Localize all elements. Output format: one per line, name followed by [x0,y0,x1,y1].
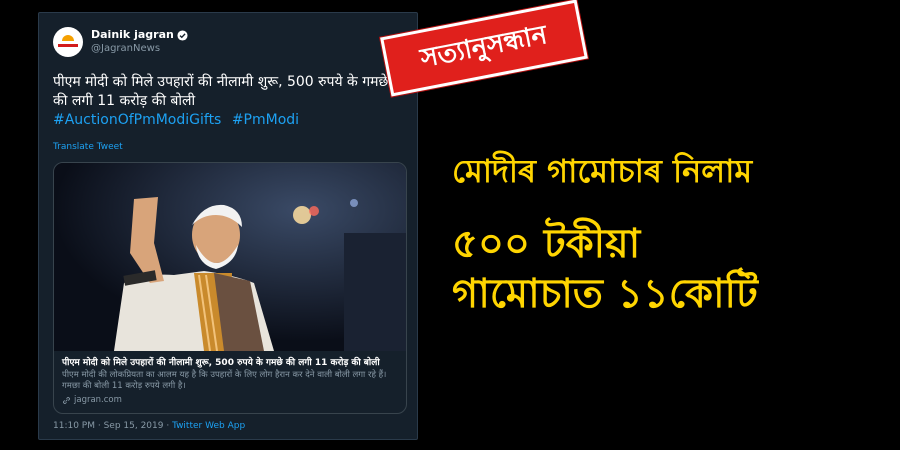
card-body: पीएम मोदी को मिले उपहारों की नीलामी शुरू… [54,351,406,413]
handle[interactable]: @JagranNews [91,42,188,56]
hashtags: #AuctionOfPmModiGifts #PmModi [53,111,403,130]
display-name[interactable]: Dainik jagran [91,28,174,42]
tweet-footer: 11:10 PM · Sep 15, 2019 · Twitter Web Ap… [53,421,245,431]
hashtag-auction[interactable]: #AuctionOfPmModiGifts [53,112,221,128]
card-title: पीएम मोदी को मिले उपहारों की नीलामी शुरू… [62,358,380,368]
tweet-source-link[interactable]: Twitter Web App [172,421,245,431]
tweet-author: Dainik jagran @JagranNews [91,28,188,56]
headline-line-1: মোদীৰ গামোচাৰ নিলাম [452,152,753,190]
avatar[interactable] [53,27,83,57]
link-preview-card[interactable]: पीएम मोदी को मिले उपहारों की नीलामी शुरू… [53,162,407,414]
jagran-logo-icon [58,35,78,49]
headline-line-3: গামোচাত ১১কোটি [452,271,758,317]
modi-waving-photo [54,163,406,351]
tweet-timestamp[interactable]: 11:10 PM · Sep 15, 2019 · [53,421,172,431]
tweet-card[interactable]: Dainik jagran @JagranNews पीएम मोदी को म… [38,12,418,440]
card-description: पीएम मोदी की लोकप्रियता का आलम यह है कि … [62,370,387,391]
verified-badge-icon [177,29,188,41]
card-domain-text: jagran.com [74,395,122,405]
card-domain: jagran.com [62,395,398,405]
tweet-text: पीएम मोदी को मिले उपहारों की नीलामी शुरू… [53,74,389,109]
link-icon [62,396,71,404]
hashtag-pmmodi[interactable]: #PmModi [232,112,299,128]
tweet-header: Dainik jagran @JagranNews [53,25,403,59]
translate-tweet-link[interactable]: Translate Tweet [53,142,403,152]
